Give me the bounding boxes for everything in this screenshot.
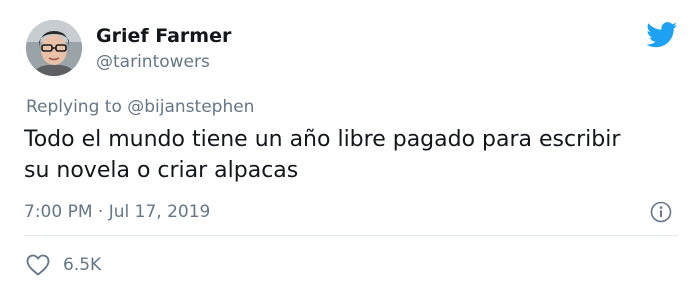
- avatar-image: [26, 20, 82, 76]
- heart-icon[interactable]: [26, 254, 50, 276]
- tweet-timestamp[interactable]: 7:00 PM · Jul 17, 2019: [24, 201, 210, 223]
- like-count: 6.5K: [63, 255, 102, 275]
- replying-to: Replying to @bijanstephen: [26, 96, 254, 118]
- replying-to-mention[interactable]: @bijanstephen: [127, 97, 254, 117]
- tweet-card: Grief Farmer @tarintowers Replying to @b…: [0, 0, 700, 290]
- tweet-text: Todo el mundo tiene un año libre pagado …: [24, 124, 664, 186]
- twitter-bird-icon[interactable]: [646, 22, 678, 48]
- author-display-name[interactable]: Grief Farmer: [96, 24, 231, 48]
- replying-to-label: Replying to: [26, 97, 122, 117]
- divider: [24, 235, 678, 236]
- avatar[interactable]: [26, 20, 82, 76]
- author-handle[interactable]: @tarintowers: [96, 51, 210, 73]
- tweet-text-line: Todo el mundo tiene un año libre pagado …: [24, 127, 621, 152]
- tweet-text-line: su novela o criar alpacas: [24, 158, 299, 183]
- info-icon[interactable]: [650, 201, 672, 223]
